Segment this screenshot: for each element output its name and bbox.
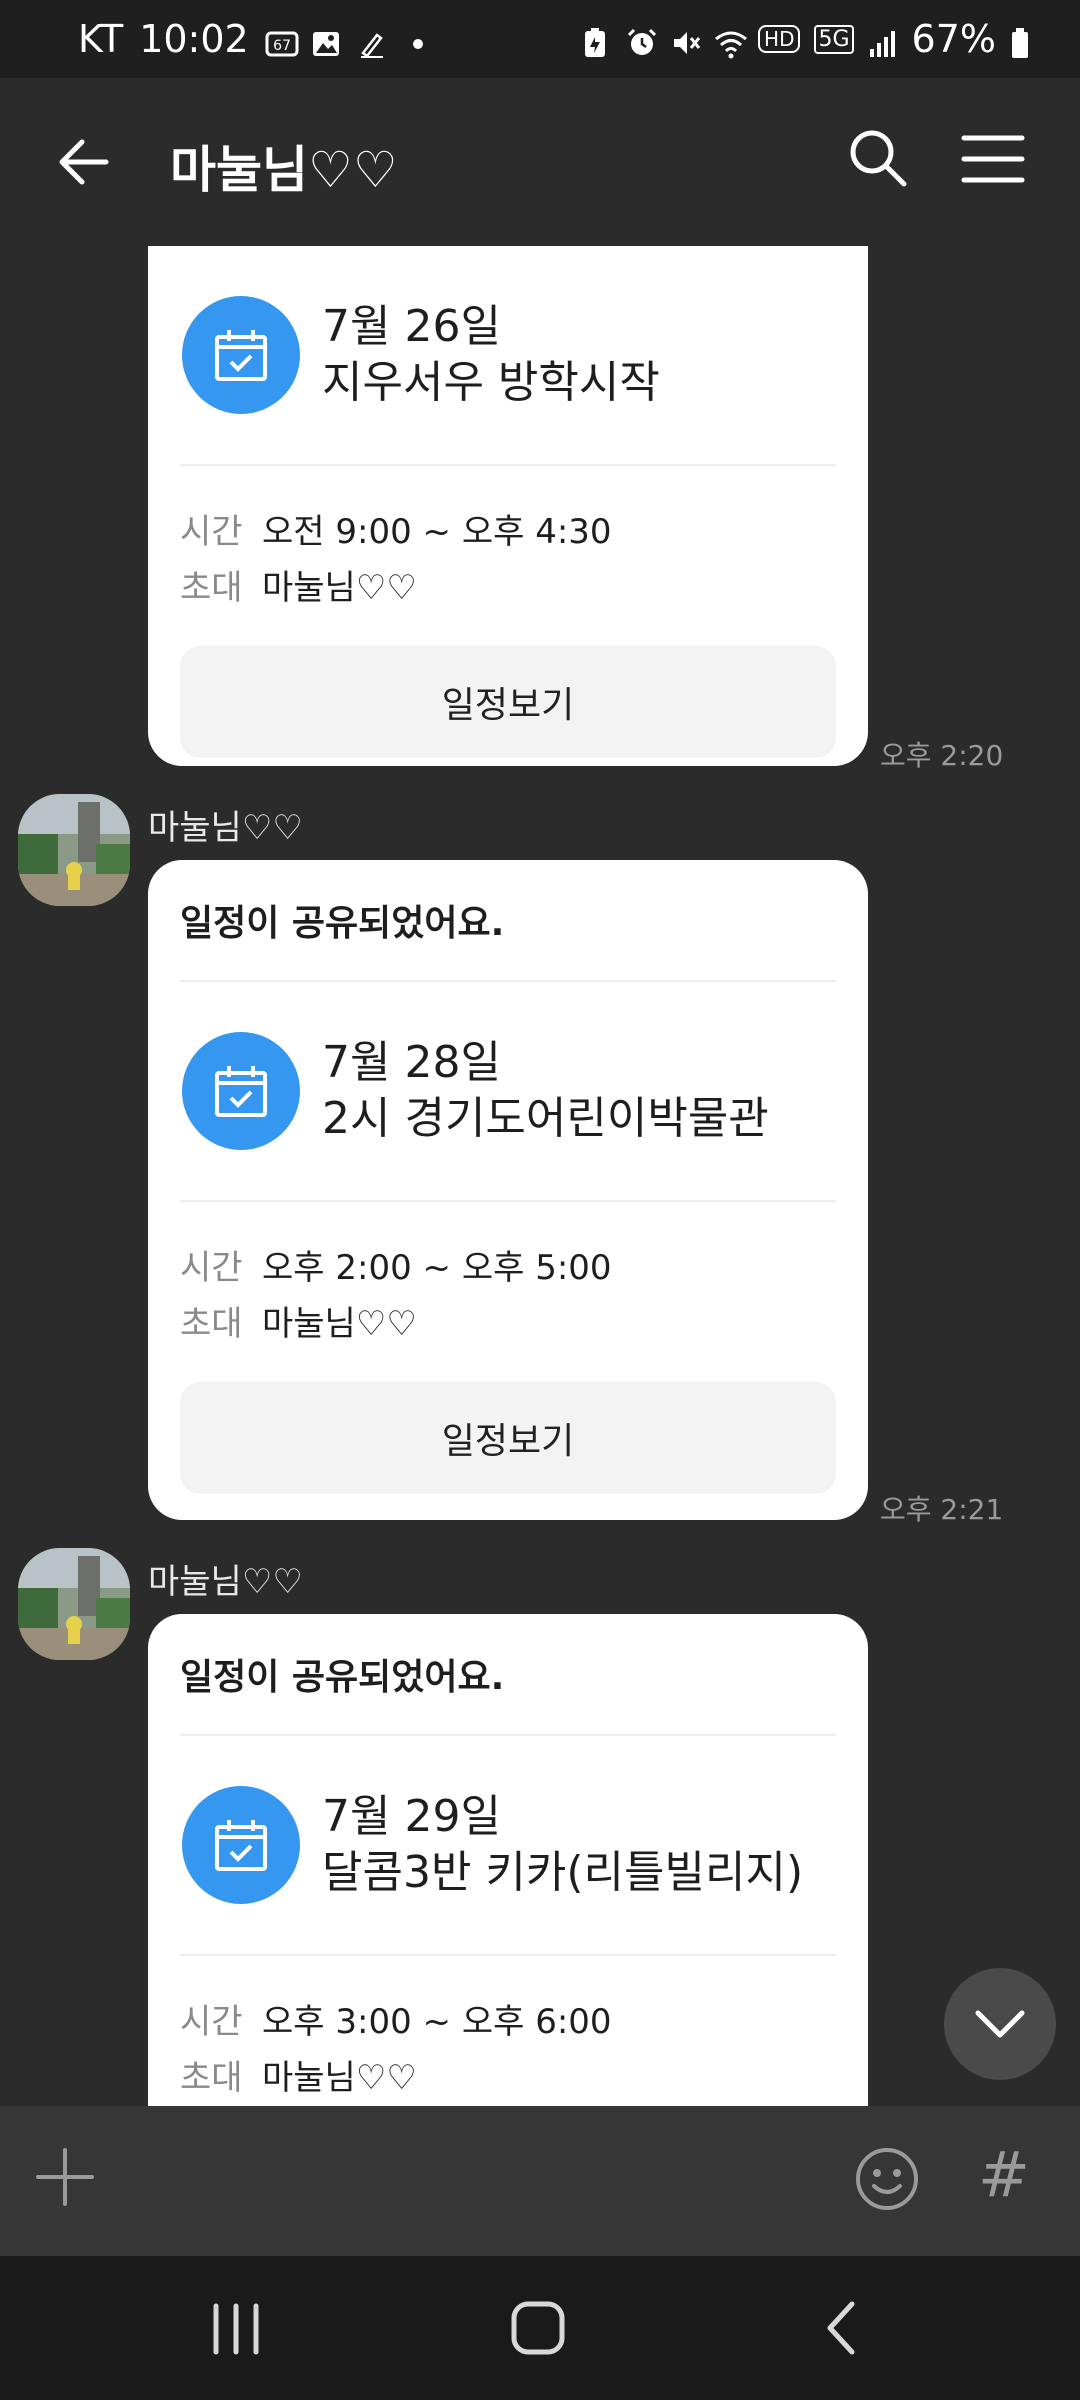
mute-icon [670, 24, 701, 54]
avatar[interactable] [18, 794, 130, 906]
home-button[interactable] [510, 2300, 566, 2356]
battery-saver-icon [582, 24, 612, 57]
time-value: 오후 3:00 ~ 오후 6:00 [262, 2002, 612, 2042]
time-row: 시간 오전 9:00 ~ 오후 4:30 [180, 504, 836, 560]
time-row: 시간 오후 2:00 ~ 오후 5:00 [180, 1240, 836, 1296]
chat-title: 마눌님♡♡ [170, 141, 398, 199]
menu-button[interactable] [960, 130, 1026, 188]
emoji-button[interactable] [854, 2146, 920, 2212]
event-info: 7월 28일 2시 경기도어린이박물관 [180, 982, 836, 1202]
hashtag-button[interactable]: # [978, 2138, 1030, 2211]
event-details: 시간 오전 9:00 ~ 오후 4:30 초대 마눌님♡♡ [180, 466, 836, 616]
card-heading: 일정이 공유되었어요. [180, 860, 836, 982]
time-value: 오후 2:00 ~ 오후 5:00 [262, 1248, 612, 1288]
event-details: 시간 오후 2:00 ~ 오후 5:00 초대 마눌님♡♡ [180, 1202, 836, 1352]
chat-header: 마눌님♡♡ [0, 78, 1080, 246]
schedule-card: 일정이 공유되었어요. 7월 28일 2시 경기도어린이박물관 시간 오후 2:… [148, 860, 868, 1520]
event-details: 시간 오후 3:00 ~ 오후 6:00 초대 마눌님♡♡ [180, 1956, 836, 2106]
battery-percent: 67% [911, 17, 996, 61]
card-heading: 일정이 공유되었어요. [180, 1614, 836, 1736]
input-bar: # [0, 2106, 1080, 2256]
home-icon [511, 2301, 565, 2355]
signal-icon [868, 24, 898, 57]
arrow-left-icon [59, 139, 109, 185]
status-right: HD 5G 67% [582, 17, 1040, 61]
schedule-card: 7월 26일 지우서우 방학시작 시간 오전 9:00 ~ 오후 4:30 초대… [148, 246, 868, 766]
chat-area[interactable]: 7월 26일 지우서우 방학시작 시간 오전 9:00 ~ 오후 4:30 초대… [0, 246, 1080, 2106]
invite-value: 마눌님♡♡ [262, 2058, 417, 2098]
status-left: KT 10:02 67 [78, 17, 582, 61]
event-date: 7월 28일 [322, 1037, 501, 1088]
dot-icon [403, 24, 433, 54]
calendar-icon [182, 296, 300, 414]
recents-button[interactable] [210, 2302, 262, 2356]
invite-value: 마눌님♡♡ [262, 1304, 417, 1344]
status-bar: KT 10:02 67 HD 5G 67% [0, 0, 1080, 78]
schedule-card: 일정이 공유되었어요. 7월 29일 달콤3반 키카(리틀빌리지) 시간 오후 … [148, 1614, 868, 2106]
alarm-icon [626, 24, 657, 55]
event-title: 지우서우 방학시작 [322, 357, 660, 408]
event-text: 7월 28일 2시 경기도어린이박물관 [322, 1035, 769, 1147]
calendar-icon [182, 1786, 300, 1904]
search-icon [850, 130, 907, 187]
event-text: 7월 26일 지우서우 방학시작 [322, 299, 660, 411]
time-label: 시간 [180, 2002, 243, 2042]
wifi-icon [714, 24, 747, 59]
invite-label: 초대 [180, 2058, 243, 2098]
event-date: 7월 26일 [322, 301, 501, 352]
attach-button[interactable] [36, 2148, 94, 2206]
scroll-to-bottom-button[interactable] [944, 1968, 1056, 2080]
hamburger-menu-icon [961, 135, 1025, 183]
back-button[interactable] [52, 130, 116, 194]
event-title: 2시 경기도어린이박물관 [322, 1093, 769, 1144]
time-label: 시간 [180, 1248, 243, 1288]
clock: 10:02 [139, 17, 249, 61]
invite-value: 마눌님♡♡ [262, 568, 417, 608]
chevron-left-icon [827, 2301, 855, 2355]
carrier-label: KT [78, 17, 124, 61]
svg-text:67: 67 [273, 38, 291, 54]
time-value: 오전 9:00 ~ 오후 4:30 [262, 512, 612, 552]
system-nav-bar [0, 2256, 1080, 2400]
time-label: 시간 [180, 512, 243, 552]
event-date: 7월 29일 [322, 1791, 501, 1842]
plus-icon [36, 2148, 94, 2206]
notification-number-icon: 67 [265, 24, 299, 57]
smiley-icon [856, 2148, 918, 2210]
search-button[interactable] [846, 126, 910, 190]
invite-row: 초대 마눌님♡♡ [180, 2050, 836, 2106]
message-time: 오후 2:21 [880, 1493, 1004, 1526]
network-type-label: 5G [814, 24, 854, 54]
view-schedule-button[interactable]: 일정보기 [180, 646, 836, 758]
pen-icon [357, 24, 387, 58]
recents-icon [213, 2303, 259, 2355]
nav-back-button[interactable] [824, 2300, 858, 2356]
message-time: 오후 2:20 [880, 739, 1004, 772]
event-text: 7월 29일 달콤3반 키카(리틀빌리지) [322, 1789, 803, 1901]
chevron-down-icon [975, 2010, 1025, 2038]
invite-label: 초대 [180, 1304, 243, 1344]
view-schedule-button[interactable]: 일정보기 [180, 1382, 836, 1494]
gallery-icon [311, 24, 341, 56]
avatar[interactable] [18, 1548, 130, 1660]
invite-row: 초대 마눌님♡♡ [180, 560, 836, 616]
invite-row: 초대 마눌님♡♡ [180, 1296, 836, 1352]
invite-label: 초대 [180, 568, 243, 608]
event-info: 7월 29일 달콤3반 키카(리틀빌리지) [180, 1736, 836, 1956]
sender-name: 마눌님♡♡ [148, 808, 303, 848]
time-row: 시간 오후 3:00 ~ 오후 6:00 [180, 1994, 836, 2050]
event-info: 7월 26일 지우서우 방학시작 [180, 246, 836, 466]
event-title: 달콤3반 키카(리틀빌리지) [322, 1847, 804, 1898]
hd-label: HD [758, 25, 801, 53]
battery-icon [1010, 24, 1040, 58]
calendar-icon [182, 1032, 300, 1150]
sender-name: 마눌님♡♡ [148, 1562, 303, 1602]
